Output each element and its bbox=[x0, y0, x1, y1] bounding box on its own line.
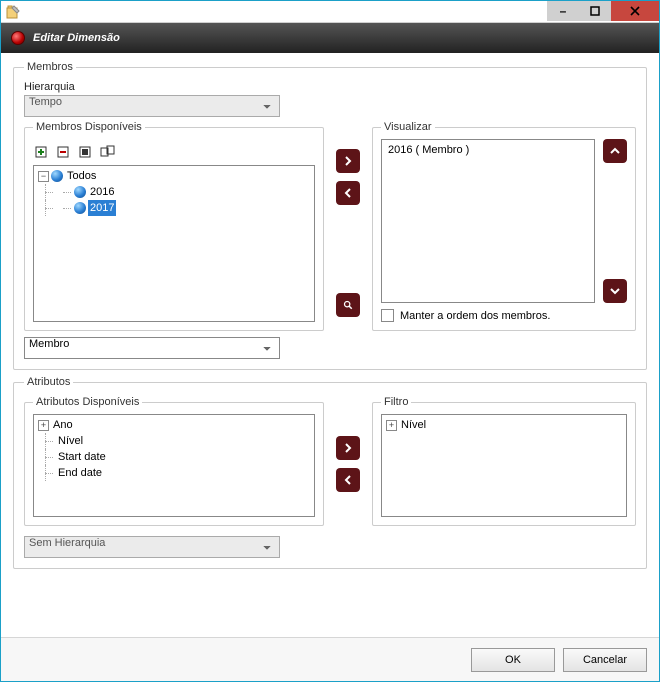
tree-line-icon bbox=[38, 449, 54, 465]
expander-minus-icon[interactable]: − bbox=[38, 171, 49, 182]
attr-label: Nível bbox=[56, 433, 85, 449]
titlebar-buttons: – bbox=[547, 1, 659, 23]
tree-node-child[interactable]: 2017 bbox=[36, 200, 312, 216]
tree-child-label: 2017 bbox=[88, 200, 116, 216]
dialog-footer: OK Cancelar bbox=[1, 637, 659, 681]
tree-line-icon bbox=[38, 184, 54, 200]
cancel-button[interactable]: Cancelar bbox=[563, 648, 647, 672]
tree-line-icon bbox=[38, 433, 54, 449]
tree-line-icon bbox=[38, 200, 54, 216]
hierarquia-select[interactable]: Tempo bbox=[24, 95, 280, 117]
add-icon[interactable] bbox=[33, 143, 51, 161]
globe-icon bbox=[74, 186, 86, 198]
list-item[interactable]: 2016 ( Membro ) bbox=[388, 144, 588, 156]
manter-ordem-checkbox[interactable] bbox=[381, 309, 394, 322]
add-right-button[interactable] bbox=[336, 149, 360, 173]
search-button[interactable] bbox=[336, 293, 360, 317]
filtro-legend: Filtro bbox=[381, 396, 411, 408]
atributos-tree[interactable]: + Ano Nível Start date bbox=[33, 414, 315, 517]
globe-icon bbox=[74, 202, 86, 214]
dialog-window: – Editar Dimensão Membros Hierarquia Tem… bbox=[0, 0, 660, 682]
dialog-header: Editar Dimensão bbox=[1, 23, 659, 53]
tree-node[interactable]: Start date bbox=[36, 449, 312, 465]
globe-icon bbox=[51, 170, 63, 182]
expander-plus-icon[interactable]: + bbox=[38, 420, 49, 431]
membros-tree[interactable]: − Todos 2016 bbox=[33, 165, 315, 322]
close-button[interactable] bbox=[611, 1, 659, 21]
visualizar-group: Visualizar 2016 ( Membro ) bbox=[372, 121, 636, 331]
expander-plus-icon[interactable]: + bbox=[386, 420, 397, 431]
tree-node[interactable]: + Ano bbox=[36, 417, 312, 433]
transfer-buttons-mid bbox=[334, 121, 362, 331]
manter-ordem-row: Manter a ordem dos membros. bbox=[381, 309, 627, 322]
tree-line-icon bbox=[56, 184, 72, 200]
atributos-group: Atributos Atributos Disponíveis + Ano Ní… bbox=[13, 376, 647, 569]
tree-node-child[interactable]: 2016 bbox=[36, 184, 312, 200]
tree-node[interactable]: + Nível bbox=[384, 417, 624, 433]
visualizar-legend: Visualizar bbox=[381, 121, 435, 133]
tree-node[interactable]: Nível bbox=[36, 433, 312, 449]
move-down-button[interactable] bbox=[603, 279, 627, 303]
attr-add-right-button[interactable] bbox=[336, 436, 360, 460]
atributos-legend: Atributos bbox=[24, 376, 73, 388]
filtro-group: Filtro + Nível bbox=[372, 396, 636, 526]
ok-button[interactable]: OK bbox=[471, 648, 555, 672]
manter-ordem-label: Manter a ordem dos membros. bbox=[400, 310, 550, 322]
membros-disponiveis-group: Membros Disponíveis bbox=[24, 121, 324, 331]
dialog-title: Editar Dimensão bbox=[33, 32, 120, 44]
titlebar: – bbox=[1, 1, 659, 23]
tree-line-icon bbox=[38, 465, 54, 481]
toolbar-icon-4[interactable] bbox=[99, 143, 117, 161]
atributos-disponiveis-group: Atributos Disponíveis + Ano Nível Star bbox=[24, 396, 324, 526]
toolbar-icon-3[interactable] bbox=[77, 143, 95, 161]
attr-remove-left-button[interactable] bbox=[336, 468, 360, 492]
tree-root-label: Todos bbox=[65, 168, 98, 184]
membros-disponiveis-legend: Membros Disponíveis bbox=[33, 121, 145, 133]
filtro-label: Nível bbox=[399, 417, 428, 433]
tree-line-icon bbox=[56, 200, 72, 216]
remove-left-button[interactable] bbox=[336, 181, 360, 205]
dialog-body: Membros Hierarquia Tempo Membros Disponí… bbox=[1, 53, 659, 637]
atributos-disponiveis-legend: Atributos Disponíveis bbox=[33, 396, 142, 408]
filtro-tree[interactable]: + Nível bbox=[381, 414, 627, 517]
atributos-hierarquia-select[interactable]: Sem Hierarquia bbox=[24, 536, 280, 558]
remove-icon[interactable] bbox=[55, 143, 73, 161]
membros-group: Membros Hierarquia Tempo Membros Disponí… bbox=[13, 61, 647, 370]
visualizar-list[interactable]: 2016 ( Membro ) bbox=[381, 139, 595, 303]
attr-label: Ano bbox=[51, 417, 75, 433]
app-icon bbox=[5, 4, 21, 20]
attr-label: End date bbox=[56, 465, 104, 481]
membro-type-select[interactable]: Membro bbox=[24, 337, 280, 359]
maximize-button[interactable] bbox=[579, 1, 611, 21]
atributos-transfer-buttons bbox=[334, 396, 362, 526]
attr-label: Start date bbox=[56, 449, 108, 465]
tree-node[interactable]: End date bbox=[36, 465, 312, 481]
membros-legend: Membros bbox=[24, 61, 76, 73]
tree-child-label: 2016 bbox=[88, 184, 116, 200]
membros-toolbar bbox=[33, 143, 315, 161]
tree-node-root[interactable]: − Todos bbox=[36, 168, 312, 184]
titlebar-left bbox=[1, 4, 21, 20]
header-ball-icon bbox=[11, 31, 25, 45]
hierarquia-label: Hierarquia bbox=[24, 81, 636, 93]
minimize-button[interactable]: – bbox=[547, 1, 579, 21]
move-up-button[interactable] bbox=[603, 139, 627, 163]
